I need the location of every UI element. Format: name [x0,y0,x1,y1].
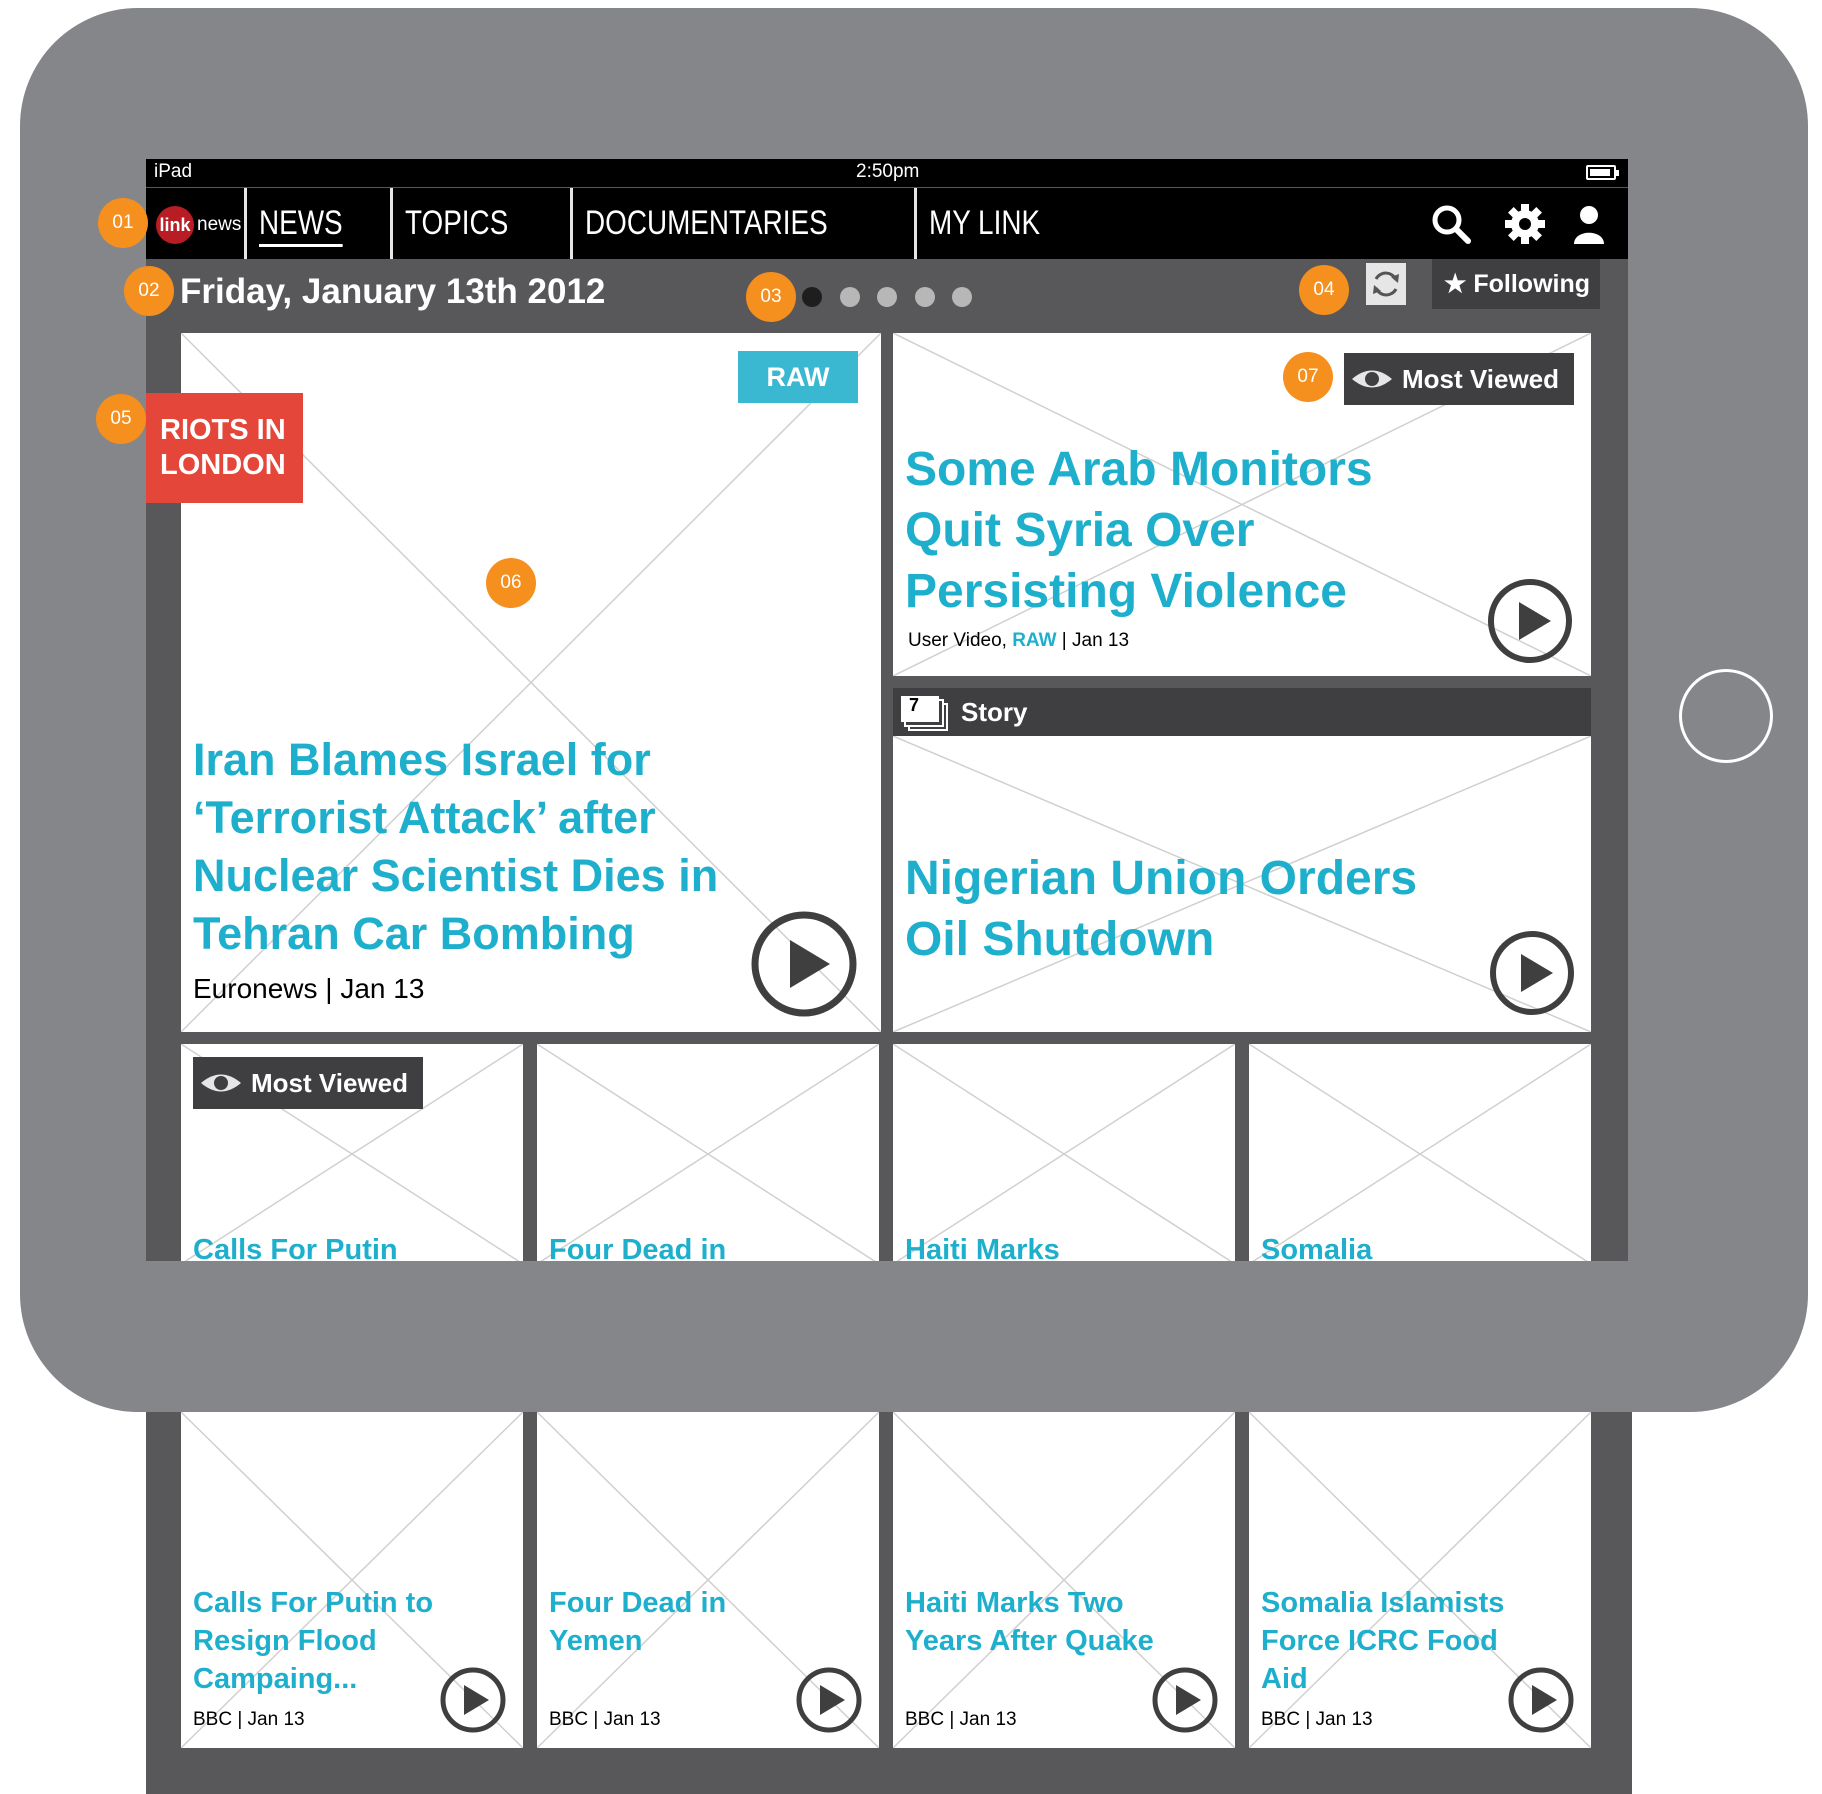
clock: 2:50pm [856,161,920,182]
logo-mark: link [156,206,194,244]
top-right-story-tile[interactable]: Most Viewed Some Arab Monitors Quit Syri… [893,333,1591,676]
tab-my-link[interactable]: MY LINK [914,188,1114,259]
image-placeholder [537,1044,879,1261]
story-source: BBC | Jan 13 [1261,1709,1373,1730]
play-icon[interactable] [439,1666,507,1734]
device-name: iPad [154,161,193,182]
most-viewed-badge: Most Viewed [193,1057,423,1109]
meta-raw-label: RAW [1012,630,1057,651]
story-headline[interactable]: Somalia [1261,1232,1372,1261]
featured-headline[interactable]: Iran Blames Israel for ‘Terrorist Attack… [193,731,793,963]
story-tile[interactable]: Four Dead in [537,1044,879,1261]
eye-icon [201,1074,241,1092]
tab-topics[interactable]: TOPICS [390,188,570,259]
annotation-marker: 05 [96,394,146,444]
page-dot[interactable] [802,287,822,307]
raw-badge: RAW [738,351,858,403]
story-header: 7 Story [893,688,1591,736]
story-source: BBC | Jan 13 [549,1709,661,1730]
annotation-marker: 01 [98,198,148,248]
story-headline[interactable]: Calls For Putin to Resign Flood Campaing… [193,1584,463,1698]
story-tile[interactable]: Somalia Islamists Force ICRC Food Aid BBC… [1249,1412,1591,1748]
eye-icon [1352,370,1392,388]
play-icon[interactable] [795,1666,863,1734]
scrolled-grid-extension: Calls For Putin to Resign Flood Campaing… [146,1412,1632,1794]
story-headline[interactable]: Haiti Marks Two Years After Quake [905,1584,1175,1660]
user-icon[interactable] [1568,203,1610,245]
battery-icon [1586,165,1619,180]
page-dot[interactable] [952,287,972,307]
home-button[interactable] [1679,669,1773,763]
play-icon[interactable] [750,910,858,1018]
topic-tag-line: RIOTS IN [160,414,286,446]
following-button[interactable]: ★ Following [1432,259,1600,309]
story-tile[interactable]: Four Dead in Yemen BBC | Jan 13 [537,1412,879,1748]
annotation-marker: 03 [746,272,796,322]
annotation-marker: 07 [1283,352,1333,402]
story-tile[interactable]: Haiti Marks Two Years After Quake BBC | J… [893,1412,1235,1748]
top-nav: link news NEWS TOPICS DOCUMENTARIES MY L… [146,188,1628,259]
top-right-meta: User Video, RAW | Jan 13 [908,630,1129,652]
topic-tag-line: LONDON [160,449,286,481]
app-screen: iPad 2:50pm link news NEWS TOPICS DOCUME… [146,159,1628,1261]
page-dot[interactable] [840,287,860,307]
topic-tag-riots-in-london[interactable]: RIOTS IN LONDON [146,393,303,503]
tab-documentaries[interactable]: DOCUMENTARIES [570,188,914,259]
date-label: Friday, January 13th 2012 [180,272,606,311]
story-label: Story [961,697,1028,727]
story-count: 7 [909,695,920,715]
play-icon[interactable] [1489,930,1575,1016]
top-right-headline[interactable]: Some Arab Monitors Quit Syria Over Persi… [905,439,1465,622]
meta-date: | Jan 13 [1056,630,1130,651]
most-viewed-badge: Most Viewed [1344,353,1574,405]
annotation-marker: 02 [124,266,174,316]
story-headline[interactable]: Four Dead in [549,1232,726,1261]
status-bar: iPad 2:50pm [146,159,1628,187]
image-placeholder [1249,1044,1591,1261]
link-news-logo[interactable]: link news [156,206,241,244]
refresh-icon[interactable] [1366,263,1406,305]
image-placeholder [893,1044,1235,1261]
story-tile[interactable]: 7 Story Nigerian Union Orders Oil Shutdo… [893,688,1591,1032]
gear-icon[interactable] [1504,203,1546,245]
play-icon[interactable] [1507,1666,1575,1734]
featured-source: Euronews | Jan 13 [193,973,425,1004]
page-dot[interactable] [877,287,897,307]
play-icon[interactable] [1151,1666,1219,1734]
story-headline[interactable]: Somalia Islamists Force ICRC Food Aid [1261,1584,1531,1698]
story-headline[interactable]: Nigerian Union Orders Oil Shutdown [905,848,1465,970]
story-headline[interactable]: Calls For Putin [193,1232,398,1261]
annotation-marker: 06 [486,558,536,608]
page-dot[interactable] [915,287,935,307]
play-icon[interactable] [1487,578,1573,664]
tab-news[interactable]: NEWS [244,188,390,259]
logo-text: news [197,214,242,235]
story-tile[interactable]: Calls For Putin to Resign Flood Campaing… [181,1412,523,1748]
story-source: BBC | Jan 13 [905,1709,1017,1730]
story-tile[interactable]: Haiti Marks [893,1044,1235,1261]
story-tile[interactable]: Somalia [1249,1044,1591,1261]
story-source: BBC | Jan 13 [193,1709,305,1730]
meta-source: User Video, [908,630,1013,651]
story-headline[interactable]: Haiti Marks [905,1232,1060,1261]
story-headline[interactable]: Four Dead in Yemen [549,1584,819,1660]
most-viewed-label: Most Viewed [1402,364,1560,394]
annotation-marker: 04 [1299,265,1349,315]
search-icon[interactable] [1430,203,1472,245]
stack-icon [901,696,948,731]
most-viewed-label: Most Viewed [251,1068,409,1098]
